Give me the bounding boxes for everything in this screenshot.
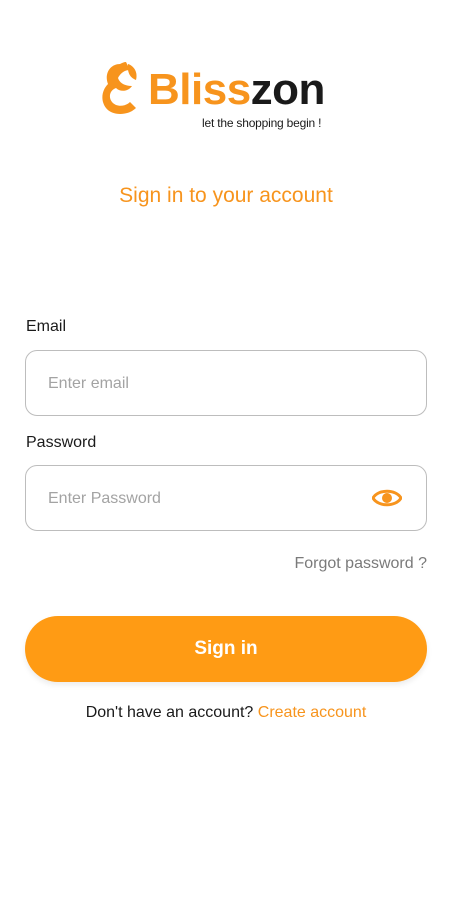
create-account-link[interactable]: Create account — [258, 704, 367, 721]
forgot-password-link[interactable]: Forgot password ? — [294, 555, 427, 573]
brand-logo-icon — [102, 62, 137, 114]
signup-prompt: Don't have an account? Create account — [0, 704, 452, 722]
brand-name-part1: Bliss — [148, 65, 251, 114]
sign-in-screen: Blisszon let the shopping begin ! Sign i… — [0, 0, 452, 900]
brand-name: Blisszon — [148, 58, 325, 122]
page-subtitle: Sign in to your account — [119, 184, 333, 207]
eye-icon[interactable] — [372, 486, 402, 510]
email-label: Email — [26, 318, 67, 335]
brand-tagline: let the shopping begin ! — [202, 116, 322, 130]
sign-in-button[interactable]: Sign in — [25, 616, 427, 682]
brand-logo: Blisszon let the shopping begin ! — [98, 58, 358, 138]
password-label: Password — [26, 434, 97, 451]
password-input[interactable] — [46, 466, 370, 532]
password-field-box — [25, 465, 427, 532]
brand-name-part2: zon — [250, 65, 326, 114]
email-input[interactable] — [46, 351, 370, 417]
signup-prompt-text: Don't have an account? — [85, 704, 258, 721]
email-field-box — [25, 350, 427, 417]
